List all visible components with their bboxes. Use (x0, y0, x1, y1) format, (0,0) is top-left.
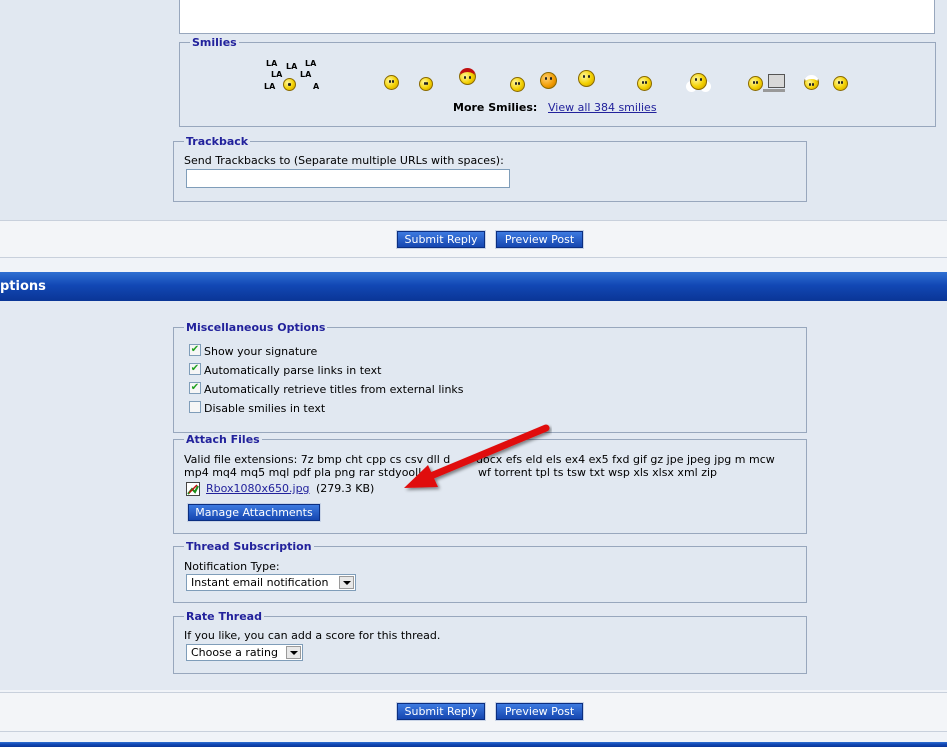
trackback-input[interactable] (186, 169, 510, 188)
preview-post-button-bottom[interactable]: Preview Post (495, 702, 584, 721)
notification-type-value: Instant email notification (191, 576, 329, 589)
parse-links-label[interactable]: Automatically parse links in text (204, 364, 381, 377)
more-smilies-label: More Smilies: (453, 101, 538, 114)
preview-post-button[interactable]: Preview Post (495, 230, 584, 249)
pigtails-smiley-icon[interactable] (384, 75, 399, 90)
view-all-smilies-link[interactable]: View all 384 smilies (548, 101, 657, 114)
rating-select[interactable]: Choose a rating (186, 644, 303, 661)
chevron-down-icon[interactable] (339, 576, 354, 589)
retrieve-titles-checkbox[interactable] (189, 382, 201, 394)
show-signature-label[interactable]: Show your signature (204, 345, 317, 358)
chevron-down-icon[interactable] (286, 646, 301, 659)
pirate-smiley-icon[interactable] (459, 68, 476, 85)
trackback-label: Send Trackbacks to (Separate multiple UR… (184, 154, 504, 167)
rating-value: Choose a rating (191, 646, 278, 659)
trackback-legend: Trackback (184, 135, 251, 148)
submit-reply-button[interactable]: Submit Reply (396, 230, 486, 249)
smile-icon[interactable] (419, 77, 433, 91)
peeking-smiley-icon[interactable] (637, 76, 652, 91)
grin-smiley-icon[interactable] (833, 76, 848, 91)
red-arrow-annotation (404, 424, 550, 488)
manage-attachments-button[interactable]: Manage Attachments (187, 503, 321, 522)
misc-options-legend: Miscellaneous Options (184, 321, 328, 334)
disable-smilies-checkbox[interactable] (189, 401, 201, 413)
laughing-smiley-icon[interactable] (540, 72, 557, 89)
thread-subscription-legend: Thread Subscription (184, 540, 314, 553)
attachment-file-size: (279.3 KB) (316, 482, 375, 495)
options-header-title: ptions (0, 279, 46, 294)
notification-type-select[interactable]: Instant email notification (186, 574, 356, 591)
notification-type-label: Notification Type: (184, 560, 280, 573)
smilies-legend: Smilies (190, 36, 239, 49)
message-textarea[interactable] (179, 0, 935, 34)
valid-extensions-line2: mp4 mq4 mq5 mql pdf pla png rar stdyooll… (184, 466, 429, 479)
footer-band (0, 742, 947, 747)
rate-thread-label: If you like, you can add a score for thi… (184, 629, 441, 642)
parse-links-checkbox[interactable] (189, 363, 201, 375)
retrieve-titles-label[interactable]: Automatically retrieve titles from exter… (204, 383, 464, 396)
attachment-file-link[interactable]: Rbox1080x650.jpg (206, 482, 310, 495)
disable-smilies-label[interactable]: Disable smilies in text (204, 402, 325, 415)
attach-files-legend: Attach Files (184, 433, 262, 446)
cloud-smiley-icon[interactable] (690, 73, 707, 90)
rate-thread-legend: Rate Thread (184, 610, 264, 623)
image-file-icon (186, 482, 200, 496)
sleepy-smiley-icon[interactable] (510, 77, 525, 92)
confused-smiley-icon[interactable] (578, 70, 595, 87)
chef-smiley-icon[interactable] (804, 75, 819, 90)
options-header: ptions (0, 272, 947, 301)
submit-reply-button-bottom[interactable]: Submit Reply (396, 702, 486, 721)
show-signature-checkbox[interactable] (189, 344, 201, 356)
